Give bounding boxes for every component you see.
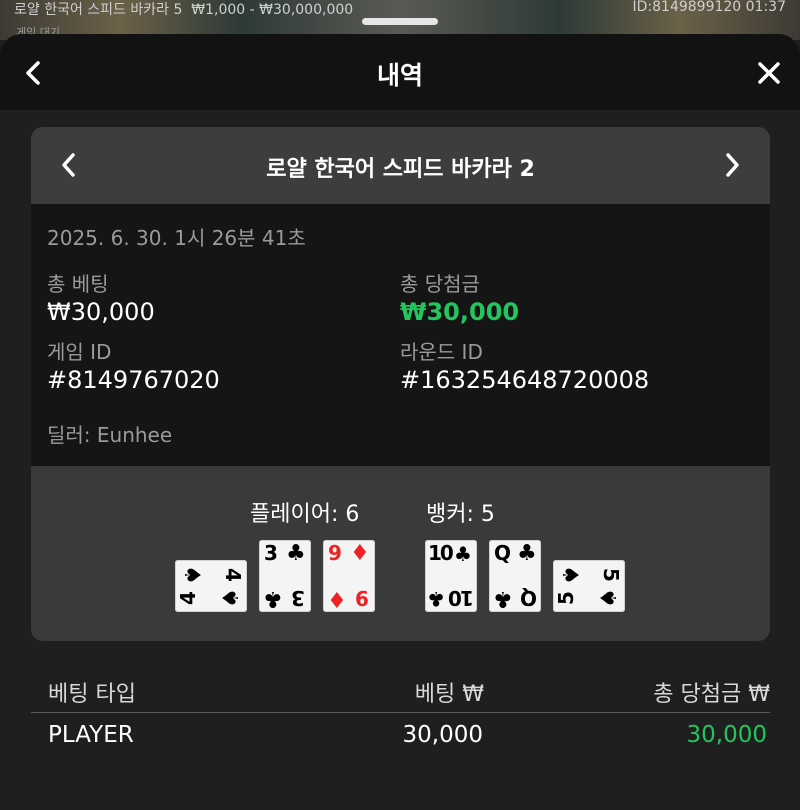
banker-card-3: ♠ 5 5 ♠ — [553, 560, 625, 612]
card-rank: Q — [494, 541, 512, 565]
card-rank: 5 — [598, 568, 623, 582]
banker-card-2: Q ♣ ♣ Q — [489, 540, 541, 612]
spade-icon: ♠ — [596, 588, 622, 608]
club-icon: ♣ — [517, 541, 537, 566]
game-id-label: 게임 ID — [47, 340, 112, 364]
diamond-icon: ♦ — [350, 541, 370, 566]
banker-score: 뱅커: 5 — [426, 502, 495, 527]
spade-icon: ♠ — [218, 588, 244, 608]
club-icon: ♣ — [263, 586, 283, 611]
club-icon: ♣ — [286, 541, 306, 566]
round-card: 로얄 한국어 스피드 바카라 2 2025. 6. 30. 1시 26분 41초… — [31, 127, 770, 641]
banker-card-1: 10 ♣ ♣ 10 — [425, 540, 477, 612]
card-rank: 4 — [175, 591, 200, 605]
total-win-label: 총 당첨금 — [400, 272, 480, 296]
card-rank: 10 — [428, 541, 454, 565]
card-rank: 9 — [355, 586, 369, 610]
background-id-time: ID:8149899120 01:37 — [632, 0, 787, 15]
page-title: 내역 — [376, 61, 423, 90]
col-bet-amount: 베팅 ₩ — [414, 682, 484, 707]
card-rank: 3 — [264, 541, 278, 565]
round-datetime: 2025. 6. 30. 1시 26분 41초 — [47, 226, 306, 250]
club-icon: ♣ — [427, 587, 445, 611]
bet-type-cell: PLAYER — [48, 722, 134, 748]
close-icon — [758, 62, 780, 84]
game-title: 로얄 한국어 스피드 바카라 2 — [266, 157, 535, 182]
round-id-label: 라운드 ID — [400, 340, 483, 364]
win-amount-cell: 30,000 — [686, 722, 767, 748]
spade-icon: ♠ — [556, 565, 582, 585]
total-win-value: ₩30,000 — [400, 298, 520, 326]
total-bet-value: ₩30,000 — [47, 298, 155, 326]
card-result-area: 플레이어: 6 뱅커: 5 ♠ 4 4 ♠ 3 ♣ ♣ 3 9 ♦ ♦ 9 10… — [31, 466, 770, 641]
bets-table-header: 베팅 타입 베팅 ₩ 총 당첨금 ₩ — [31, 674, 770, 713]
card-rank: 5 — [553, 591, 578, 605]
round-card-header: 로얄 한국어 스피드 바카라 2 — [31, 127, 770, 204]
card-rank: 9 — [328, 541, 342, 565]
sheet-header: 내역 — [0, 34, 800, 110]
card-rank: 4 — [220, 568, 245, 582]
chevron-right-icon — [726, 153, 739, 177]
col-total-win: 총 당첨금 ₩ — [653, 682, 770, 707]
background-table-name: 로얄 한국어 스피드 바카라 5 ₩1,000 - ₩30,000,000 — [14, 2, 354, 18]
player-score: 플레이어: 6 — [250, 502, 360, 527]
player-card-3: 9 ♦ ♦ 9 — [323, 540, 375, 612]
close-button[interactable] — [754, 58, 784, 88]
card-rank: 10 — [450, 586, 474, 610]
player-card-1: ♠ 4 4 ♠ — [175, 560, 247, 612]
club-icon: ♣ — [454, 542, 472, 566]
diamond-icon: ♦ — [327, 586, 347, 611]
club-icon: ♣ — [493, 586, 513, 611]
player-card-2: 3 ♣ ♣ 3 — [259, 540, 311, 612]
card-rank: 3 — [291, 586, 305, 610]
history-sheet: 내역 로얄 한국어 스피드 바카라 2 2025. 6. 30. 1시 26분 … — [0, 18, 800, 810]
dealer-name: 딜러: Eunhee — [47, 423, 173, 447]
bet-amount-cell: 30,000 — [402, 722, 483, 748]
round-id-value: #163254648720008 — [400, 366, 650, 394]
table-row: PLAYER 30,000 30,000 — [31, 718, 770, 758]
total-bet-label: 총 베팅 — [47, 272, 109, 296]
spade-icon: ♠ — [178, 565, 204, 585]
card-rank: Q — [520, 586, 538, 610]
col-bet-type: 베팅 타입 — [48, 682, 136, 707]
drag-handle[interactable] — [362, 18, 438, 25]
round-info: 2025. 6. 30. 1시 26분 41초 총 베팅 ₩30,000 총 당… — [31, 204, 770, 466]
next-round-button[interactable] — [716, 149, 748, 181]
game-id-value: #8149767020 — [47, 366, 220, 394]
